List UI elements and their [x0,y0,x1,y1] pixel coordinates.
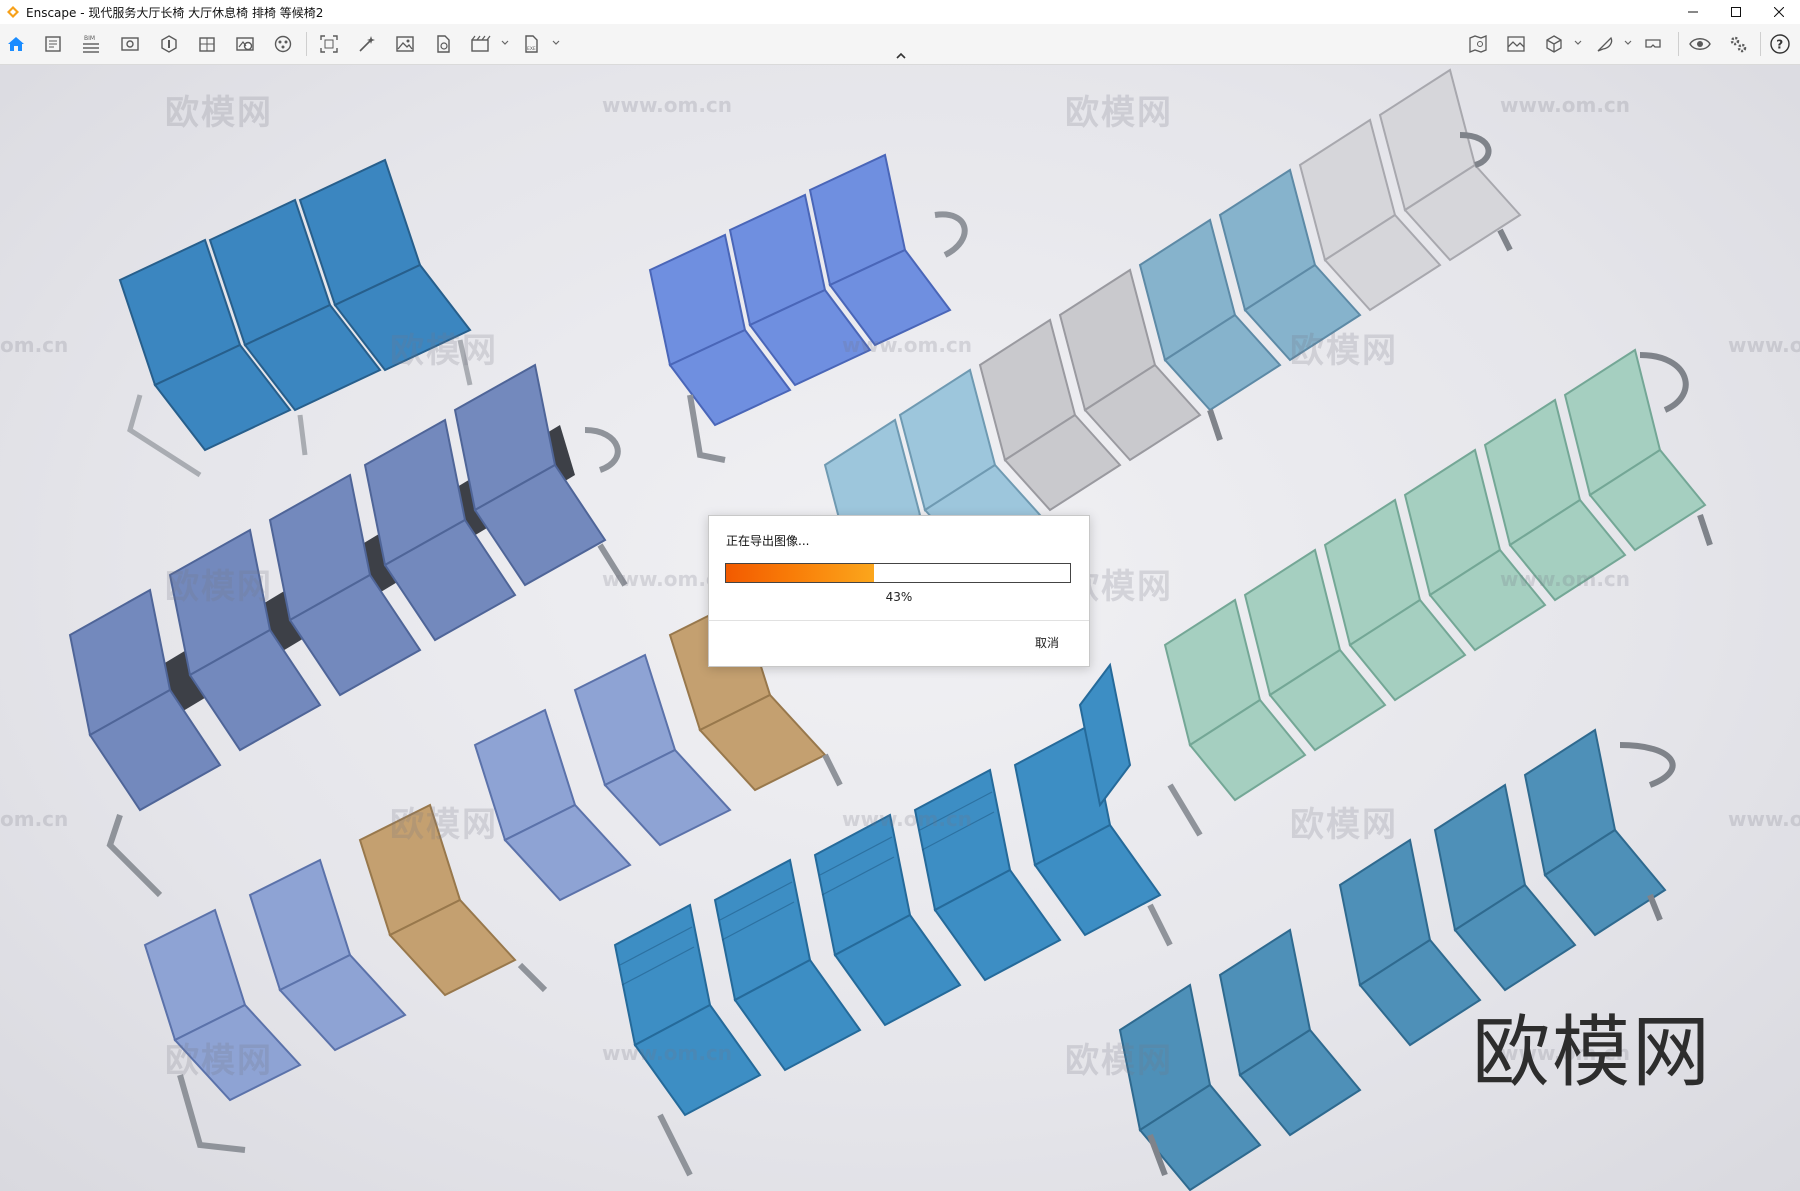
exe-export-button[interactable]: EXE [518,31,544,57]
document-properties-button[interactable] [40,31,66,57]
image-export-icon [320,35,338,53]
dialog-divider [709,620,1089,621]
progress-percent: 43% [885,590,913,604]
preview-window-button[interactable] [117,31,143,57]
close-icon [1773,7,1784,17]
bim-button[interactable]: BIM [78,31,104,57]
dialog-title: 正在导出图像... [726,534,810,548]
watermark-url: www.om.cn [842,807,973,831]
settings-button[interactable] [1725,31,1751,57]
batch-render-button[interactable] [468,31,494,57]
minimize-button[interactable] [1671,0,1714,24]
watermark-url: www.o [1728,333,1800,357]
help-icon: ? [1770,34,1790,54]
magic-wand-button[interactable] [354,31,380,57]
svg-text:EXE: EXE [527,46,536,52]
cube-icon [1546,35,1562,53]
watermark-url: www.om.cn [1500,93,1631,117]
photo-icon [396,36,414,52]
help-button[interactable]: ? [1767,31,1793,57]
watermark-text: 欧模网 [390,805,498,845]
chevron-down-icon[interactable] [1623,38,1633,48]
title-bar: Enscape - 现代服务大厅长椅 大厅休息椅 排椅 等候椅2 [0,0,1800,24]
window-title: Enscape - 现代服务大厅长椅 大厅休息椅 排椅 等候椅2 [26,5,324,20]
scene-image-button[interactable] [232,31,258,57]
watermark-url: www.om.cn [1500,567,1631,591]
batch-render-icon [471,35,491,52]
watermark-url: www.om.cn [602,93,733,117]
building-button[interactable] [194,31,220,57]
chair-row-steelblue-long [613,662,1203,1177]
watermark-text: 欧模网 [390,331,498,371]
watermark-text: 欧模网 [165,567,273,607]
preview-icon [121,37,139,51]
building-icon [199,37,215,52]
watermark-text: 欧模网 [165,93,273,133]
settings-icon [1730,36,1747,53]
watermark-url: www.o [1728,807,1800,831]
landscape-button[interactable] [1503,31,1529,57]
maximize-icon [1730,7,1741,17]
cancel-button[interactable]: 取消 [1035,634,1059,651]
close-button[interactable] [1757,0,1800,24]
progress-bar [725,563,1071,583]
file-export-icon [437,35,450,53]
watermark-text: 欧模网 [1065,93,1173,133]
watermark-text: 欧模网 [165,1041,273,1081]
svg-text:BIM: BIM [84,35,95,42]
chevron-up-icon[interactable] [893,50,909,62]
photo-button[interactable] [392,31,418,57]
chair-row-blue-3 [118,158,473,478]
vr-headset-icon [1645,39,1661,48]
home-icon [8,37,24,51]
map-icon [1469,35,1487,53]
scene-image-icon [236,37,254,51]
cube-button[interactable] [1541,31,1567,57]
toolbar-separator [1760,32,1761,56]
chevron-down-icon[interactable] [500,38,510,48]
watermark-url: om.cn [0,807,69,831]
brand-watermark: 欧模网 [1472,1008,1713,1098]
wand-icon [359,36,375,52]
toolbar-separator [1678,32,1679,56]
export-progress-dialog: 正在导出图像... 43% 取消 [708,515,1090,667]
watermark-text: 欧模网 [1065,1041,1173,1081]
home-button[interactable] [3,31,29,57]
minimize-icon [1687,11,1698,13]
watermark-text: 欧模网 [1290,805,1398,845]
watermark-url: www.om.cn [842,333,973,357]
screenshot-button[interactable] [316,31,342,57]
bim-icon: BIM [83,35,99,53]
watermark-url: www.om.cn [602,1041,733,1065]
xray-icon [161,35,177,53]
xray-button[interactable] [156,31,182,57]
watermark-url: om.cn [0,333,69,357]
feather-button[interactable] [1592,31,1618,57]
progress-fill [726,564,874,582]
toolbar-separator [306,32,307,56]
map-button[interactable] [1465,31,1491,57]
landscape-icon [1507,36,1525,52]
visibility-button[interactable] [1687,31,1713,57]
vr-headset-button[interactable] [1640,31,1666,57]
exe-export-icon: EXE [525,35,538,53]
material-icon [274,35,292,53]
doc-properties-icon [45,36,61,52]
eye-icon [1689,38,1711,50]
feather-icon [1597,36,1613,52]
chevron-down-icon[interactable] [1573,38,1583,48]
chevron-down-icon[interactable] [551,38,561,48]
svg-text:?: ? [1776,38,1783,52]
enscape-logo-icon [7,6,19,18]
material-editor-button[interactable] [270,31,296,57]
watermark-text: 欧模网 [1290,331,1398,371]
maximize-button[interactable] [1714,0,1757,24]
file-export-button[interactable] [430,31,456,57]
